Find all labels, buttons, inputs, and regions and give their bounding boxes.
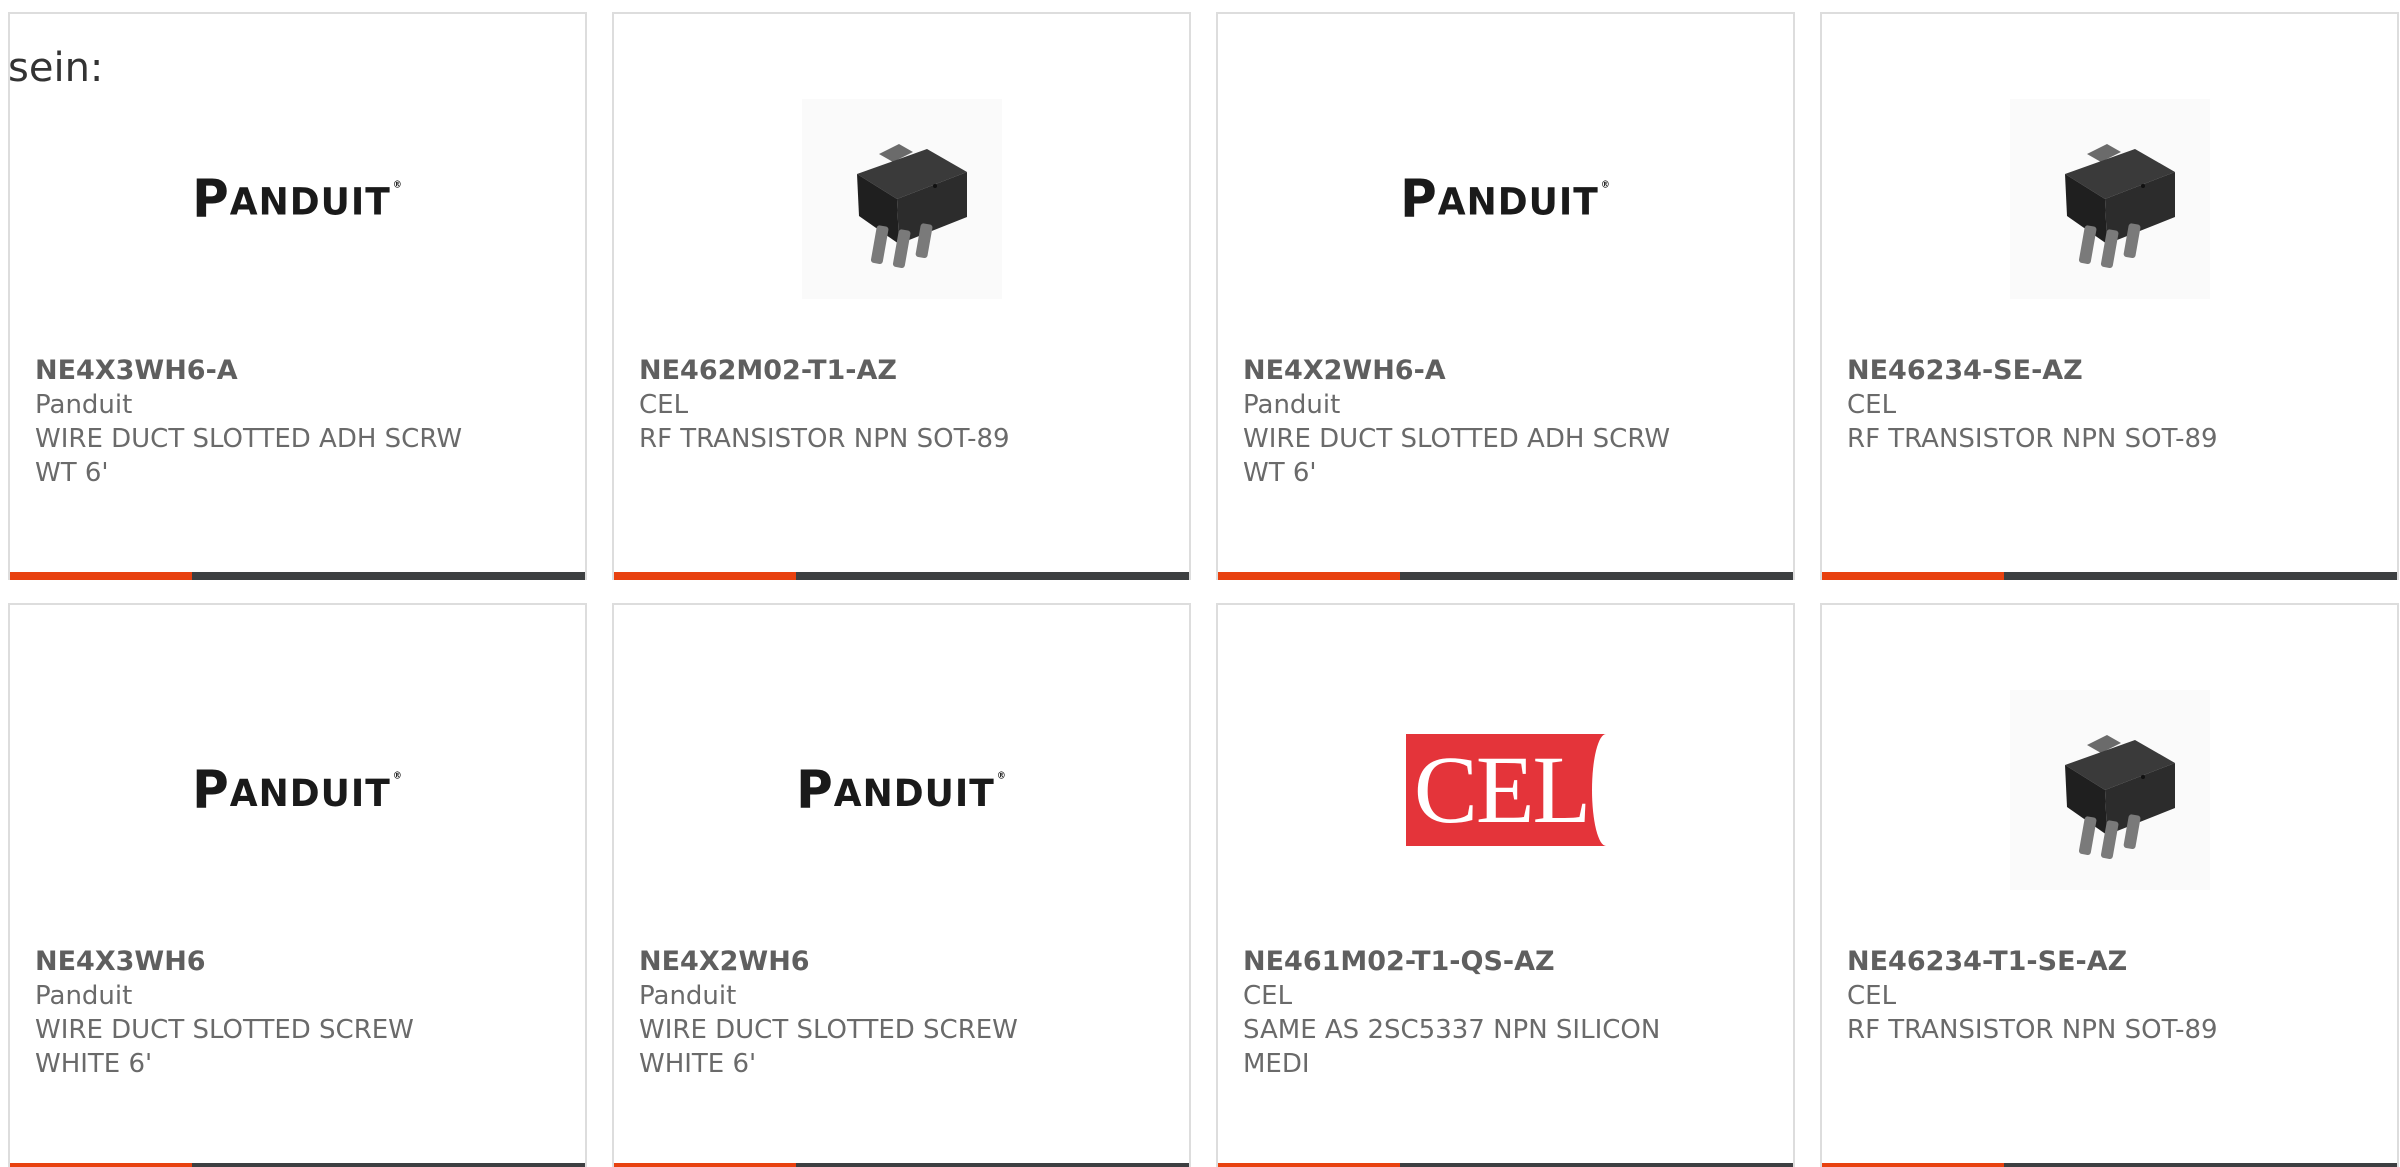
product-card[interactable]: P ANDUIT ® NE4X2WH6-A Panduit WIRE DUCT SL… bbox=[1216, 12, 1795, 580]
part-number[interactable]: NE4X3WH6 bbox=[35, 945, 565, 979]
bar-rest bbox=[796, 572, 1189, 580]
bar-accent bbox=[1218, 1163, 1400, 1167]
part-number[interactable]: NE461M02-T1-QS-AZ bbox=[1243, 945, 1773, 979]
transistor-icon bbox=[856, 144, 967, 268]
product-info: NE462M02-T1-AZ CEL RF TRANSISTOR NPN SOT… bbox=[639, 354, 1169, 456]
product-info: NE46234-SE-AZ CEL RF TRANSISTOR NPN SOT-… bbox=[1847, 354, 2377, 456]
intro-text: sein: bbox=[8, 45, 104, 91]
manufacturer: CEL bbox=[1847, 981, 1897, 1011]
bar-rest bbox=[796, 1163, 1189, 1167]
logo-mark: ® bbox=[392, 771, 403, 782]
product-card[interactable]: NE46234-T1-SE-AZ CEL RF TRANSISTOR NPN S… bbox=[1820, 603, 2399, 1167]
product-info: NE4X2WH6-A Panduit WIRE DUCT SLOTTED ADH… bbox=[1243, 354, 1773, 490]
part-number[interactable]: NE4X2WH6-A bbox=[1243, 354, 1773, 388]
part-number[interactable]: NE462M02-T1-AZ bbox=[639, 354, 1169, 388]
page: sein: P ANDUIT ® NE4X3WH6-A Panduit WIRE D… bbox=[0, 0, 2400, 1167]
product-image[interactable] bbox=[614, 74, 1189, 324]
logo-rest: ANDUIT bbox=[229, 181, 391, 225]
product-grid: P ANDUIT ® NE4X3WH6-A Panduit WIRE DUCT SL… bbox=[8, 12, 2400, 1167]
logo-initial: P bbox=[192, 168, 230, 230]
logo-rest: ANDUIT bbox=[833, 772, 995, 816]
product-info: NE4X3WH6 Panduit WIRE DUCT SLOTTED SCREW… bbox=[35, 945, 565, 1081]
transistor-image bbox=[801, 99, 1002, 299]
logo-mark: ® bbox=[1600, 180, 1611, 191]
bar-rest bbox=[1400, 1163, 1793, 1167]
manufacturer: Panduit bbox=[1243, 390, 1341, 420]
product-card[interactable]: P ANDUIT ® NE4X3WH6-A Panduit WIRE DUCT SL… bbox=[8, 12, 587, 580]
card-bottom-bar bbox=[1822, 1163, 2397, 1167]
description: RF TRANSISTOR NPN SOT-89 bbox=[1847, 424, 2218, 454]
part-number[interactable]: NE4X3WH6-A bbox=[35, 354, 565, 388]
bar-rest bbox=[2004, 1163, 2397, 1167]
manufacturer: CEL bbox=[1243, 981, 1293, 1011]
bar-rest bbox=[1400, 572, 1793, 580]
bar-accent bbox=[1822, 572, 2004, 580]
card-bottom-bar bbox=[614, 1163, 1189, 1167]
description: RF TRANSISTOR NPN SOT-89 bbox=[639, 424, 1010, 454]
panduit-logo: P ANDUIT ® bbox=[192, 759, 403, 821]
card-bottom-bar bbox=[614, 572, 1189, 580]
manufacturer: Panduit bbox=[35, 981, 133, 1011]
logo-mark: ® bbox=[392, 180, 403, 191]
bar-accent bbox=[614, 1163, 796, 1167]
bar-accent bbox=[1822, 1163, 2004, 1167]
bar-accent bbox=[1218, 572, 1400, 580]
card-bottom-bar bbox=[1822, 572, 2397, 580]
bar-rest bbox=[192, 572, 585, 580]
product-image[interactable] bbox=[1822, 74, 2397, 324]
product-card[interactable]: CEL NE461M02-T1-QS-AZ CEL SAME AS 2SC533… bbox=[1216, 603, 1795, 1167]
card-bottom-bar bbox=[1218, 572, 1793, 580]
description: WIRE DUCT SLOTTED ADH SCRW WT 6' bbox=[35, 424, 463, 488]
product-image[interactable]: P ANDUIT ® bbox=[614, 665, 1189, 915]
product-card[interactable]: P ANDUIT ® NE4X3WH6 Panduit WIRE DUCT SLOT… bbox=[8, 603, 587, 1167]
product-image[interactable]: P ANDUIT ® bbox=[10, 665, 585, 915]
description: SAME AS 2SC5337 NPN SILICON MEDI bbox=[1243, 1015, 1661, 1079]
manufacturer: Panduit bbox=[639, 981, 737, 1011]
product-image[interactable] bbox=[1822, 665, 2397, 915]
product-card[interactable]: P ANDUIT ® NE4X2WH6 Panduit WIRE DUCT SLOT… bbox=[612, 603, 1191, 1167]
product-card[interactable]: NE462M02-T1-AZ CEL RF TRANSISTOR NPN SOT… bbox=[612, 12, 1191, 580]
product-image[interactable]: P ANDUIT ® bbox=[1218, 74, 1793, 324]
bar-rest bbox=[2004, 572, 2397, 580]
panduit-logo: P ANDUIT ® bbox=[796, 759, 1007, 821]
transistor-image bbox=[2009, 690, 2210, 890]
product-info: NE4X3WH6-A Panduit WIRE DUCT SLOTTED ADH… bbox=[35, 354, 565, 490]
card-bottom-bar bbox=[10, 572, 585, 580]
logo-mark: ® bbox=[996, 771, 1007, 782]
logo-initial: P bbox=[192, 759, 230, 821]
description: WIRE DUCT SLOTTED SCREW WHITE 6' bbox=[35, 1015, 414, 1079]
logo-rest: ANDUIT bbox=[1437, 181, 1599, 225]
manufacturer: Panduit bbox=[35, 390, 133, 420]
description: RF TRANSISTOR NPN SOT-89 bbox=[1847, 1015, 2218, 1045]
bar-accent bbox=[10, 1163, 192, 1167]
logo-initial: P bbox=[1400, 168, 1438, 230]
product-image[interactable]: P ANDUIT ® bbox=[10, 74, 585, 324]
card-bottom-bar bbox=[1218, 1163, 1793, 1167]
bar-rest bbox=[192, 1163, 585, 1167]
part-number[interactable]: NE46234-T1-SE-AZ bbox=[1847, 945, 2377, 979]
product-info: NE46234-T1-SE-AZ CEL RF TRANSISTOR NPN S… bbox=[1847, 945, 2377, 1047]
transistor-icon bbox=[2064, 735, 2175, 859]
product-info: NE4X2WH6 Panduit WIRE DUCT SLOTTED SCREW… bbox=[639, 945, 1169, 1081]
panduit-logo: P ANDUIT ® bbox=[1400, 168, 1611, 230]
cel-logo: CEL bbox=[1405, 734, 1620, 846]
manufacturer: CEL bbox=[1847, 390, 1897, 420]
logo-rest: ANDUIT bbox=[229, 772, 391, 816]
description: WIRE DUCT SLOTTED ADH SCRW WT 6' bbox=[1243, 424, 1671, 488]
product-card[interactable]: NE46234-SE-AZ CEL RF TRANSISTOR NPN SOT-… bbox=[1820, 12, 2399, 580]
description: WIRE DUCT SLOTTED SCREW WHITE 6' bbox=[639, 1015, 1018, 1079]
manufacturer: CEL bbox=[639, 390, 689, 420]
part-number[interactable]: NE4X2WH6 bbox=[639, 945, 1169, 979]
transistor-icon bbox=[2064, 144, 2175, 268]
panduit-logo: P ANDUIT ® bbox=[192, 168, 403, 230]
bar-accent bbox=[614, 572, 796, 580]
card-bottom-bar bbox=[10, 1163, 585, 1167]
bar-accent bbox=[10, 572, 192, 580]
cel-logo-text: CEL bbox=[1413, 736, 1591, 843]
part-number[interactable]: NE46234-SE-AZ bbox=[1847, 354, 2377, 388]
product-info: NE461M02-T1-QS-AZ CEL SAME AS 2SC5337 NP… bbox=[1243, 945, 1773, 1081]
transistor-image bbox=[2009, 99, 2210, 299]
logo-initial: P bbox=[796, 759, 834, 821]
product-image[interactable]: CEL bbox=[1218, 665, 1793, 915]
